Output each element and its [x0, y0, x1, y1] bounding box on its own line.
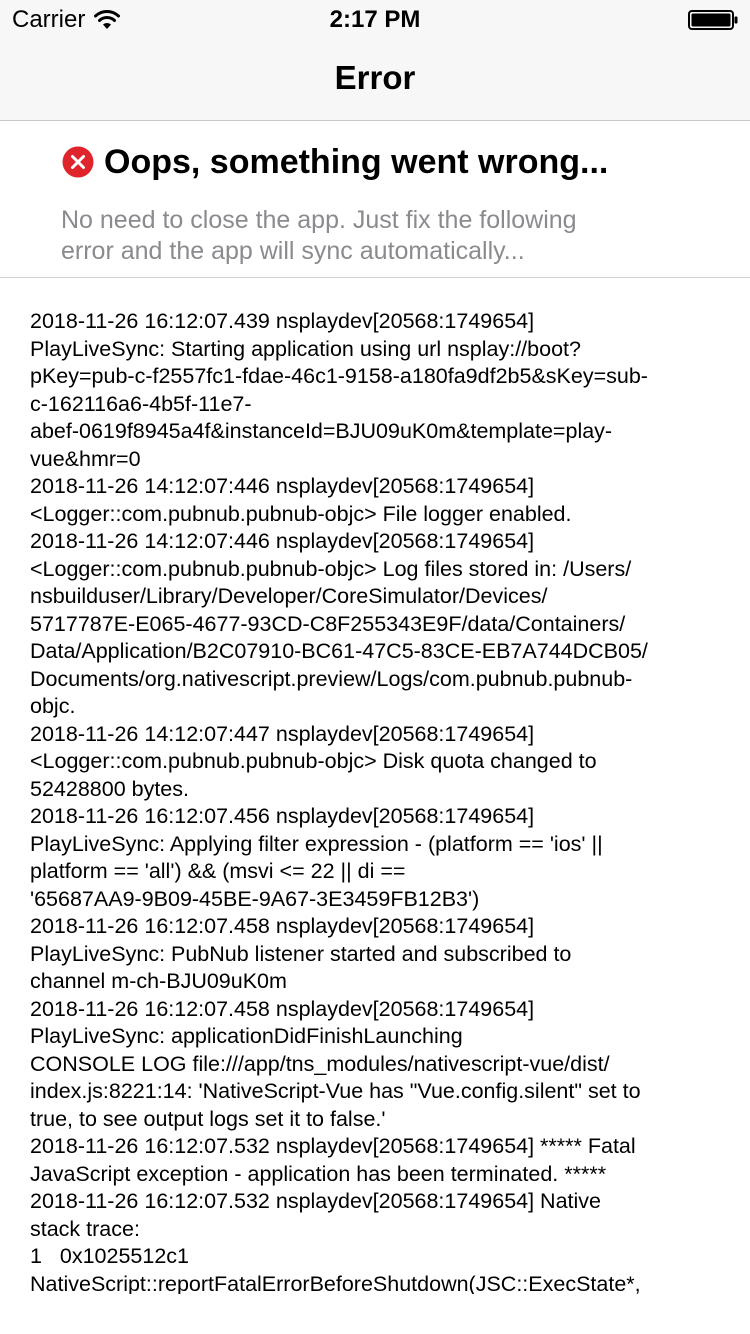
error-title-row: Oops, something went wrong...: [62, 141, 608, 183]
navigation-bar: Error: [0, 40, 750, 121]
error-icon: [62, 146, 94, 178]
page-title: Error: [334, 59, 416, 96]
log-scroll-view[interactable]: 2018-11-26 16:12:07.439 nsplaydev[20568:…: [0, 278, 750, 1294]
status-bar: Carrier 2:17 PM: [0, 0, 750, 40]
error-header: Oops, something went wrong... No need to…: [0, 121, 750, 278]
error-title: Oops, something went wrong...: [104, 143, 609, 181]
error-screen: Carrier 2:17 PM Error Oops, something we…: [0, 0, 750, 1334]
error-subtitle: No need to close the app. Just fix the f…: [61, 206, 577, 265]
error-log-text: 2018-11-26 16:12:07.439 nsplaydev[20568:…: [30, 309, 648, 1294]
battery-icon: [688, 10, 738, 30]
status-time: 2:17 PM: [329, 6, 421, 33]
